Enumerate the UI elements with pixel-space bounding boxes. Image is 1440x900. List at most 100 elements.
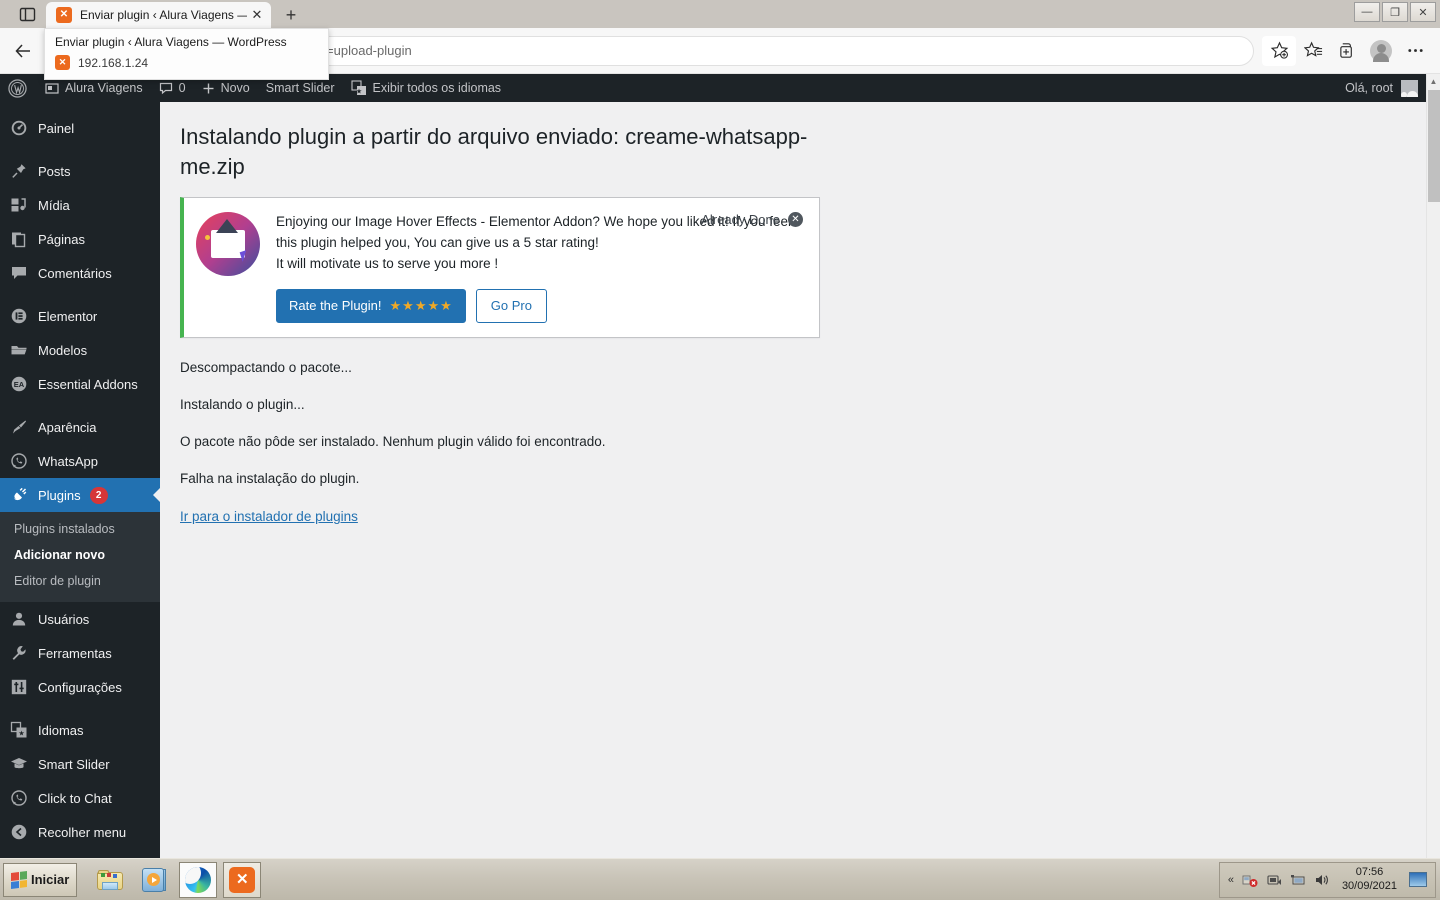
windows-logo-icon bbox=[11, 870, 27, 889]
sidebar-item-posts[interactable]: Posts bbox=[0, 154, 160, 188]
sidebar-label: Usuários bbox=[38, 611, 90, 627]
notice-dismiss-row[interactable]: Already Done ✕ bbox=[701, 212, 803, 228]
adminbar-account[interactable]: Olá, root bbox=[1337, 74, 1426, 102]
favorites-icon[interactable] bbox=[1296, 36, 1330, 66]
sidebar-item-ferramentas[interactable]: Ferramentas bbox=[0, 636, 160, 670]
install-log-line: O pacote não pôde ser instalado. Nenhum … bbox=[180, 434, 606, 450]
notice-text: Enjoying our Image Hover Effects - Eleme… bbox=[276, 212, 805, 324]
svg-text:★: ★ bbox=[355, 88, 361, 96]
brush-icon bbox=[10, 418, 34, 436]
sidebar-item-aparencia[interactable]: Aparência bbox=[0, 410, 160, 444]
settings-and-more-icon[interactable] bbox=[1398, 36, 1432, 66]
sidebar-item-modelos[interactable]: Modelos bbox=[0, 333, 160, 367]
plug-icon bbox=[10, 486, 34, 504]
tab-title: Enviar plugin ‹ Alura Viagens — \ bbox=[80, 8, 247, 22]
menu-gap bbox=[0, 401, 160, 410]
sidebar-item-midia[interactable]: Mídia bbox=[0, 188, 160, 222]
sidebar-item-idiomas[interactable]: ★ Idiomas bbox=[0, 713, 160, 747]
close-button[interactable]: ✕ bbox=[1410, 2, 1436, 22]
wordpress-icon[interactable] bbox=[0, 74, 37, 102]
site-name-label: Alura Viagens bbox=[65, 81, 143, 95]
go-to-plugin-installer-link[interactable]: Ir para o instalador de plugins bbox=[180, 509, 358, 524]
rate-label: Rate the Plugin! bbox=[289, 298, 382, 314]
main-content: Instalando plugin a partir do arquivo en… bbox=[160, 102, 1426, 858]
add-favorite-icon[interactable] bbox=[1262, 35, 1296, 66]
xampp-icon: ✕ bbox=[229, 866, 256, 893]
browser-tab[interactable]: ✕ Enviar plugin ‹ Alura Viagens — \ ✕ bbox=[46, 2, 271, 28]
show-hidden-icons-icon[interactable]: « bbox=[1228, 874, 1234, 886]
sidebar-item-whatsapp[interactable]: WhatsApp bbox=[0, 444, 160, 478]
sidebar-item-plugins[interactable]: Plugins 2 bbox=[0, 478, 160, 512]
sidebar-item-click-to-chat[interactable]: Click to Chat bbox=[0, 781, 160, 815]
toolbar-actions bbox=[1262, 35, 1440, 66]
sidebar-item-paginas[interactable]: Páginas bbox=[0, 222, 160, 256]
sidebar-item-essential-addons[interactable]: EA Essential Addons bbox=[0, 367, 160, 401]
sidebar-item-recolher-menu[interactable]: Recolher menu bbox=[0, 815, 160, 849]
sidebar-label: Configurações bbox=[38, 679, 122, 695]
page-scrollbar[interactable]: ▲ bbox=[1426, 74, 1440, 858]
sidebar-item-configuracoes[interactable]: Configurações bbox=[0, 670, 160, 704]
sidebar-label: Idiomas bbox=[38, 722, 84, 738]
network-error-icon[interactable] bbox=[1242, 872, 1258, 888]
profile-avatar[interactable] bbox=[1364, 36, 1398, 66]
tab-hover-tooltip: Enviar plugin ‹ Alura Viagens — WordPres… bbox=[44, 28, 329, 80]
submenu-item-editor-de-plugin[interactable]: Editor de plugin bbox=[0, 568, 160, 594]
languages-label: Exibir todos os idiomas bbox=[372, 81, 502, 95]
already-done-label[interactable]: Already Done bbox=[701, 212, 780, 227]
show-desktop-button[interactable] bbox=[1409, 872, 1427, 887]
scrollbar-thumb[interactable] bbox=[1428, 90, 1440, 202]
install-log-line: Instalando o plugin... bbox=[180, 397, 305, 413]
restore-button[interactable]: ❐ bbox=[1382, 2, 1408, 22]
smart-slider-label: Smart Slider bbox=[265, 81, 335, 95]
new-label: Novo bbox=[220, 81, 250, 95]
sidebar-item-usuarios[interactable]: Usuários bbox=[0, 602, 160, 636]
plugins-submenu: Plugins instalados Adicionar novo Editor… bbox=[0, 512, 160, 602]
page-viewport: Alura Viagens 0 Novo Smart Slider ★ Exib… bbox=[0, 74, 1440, 858]
clock-time: 07:56 bbox=[1355, 865, 1384, 878]
sidebar-item-elementor[interactable]: Elementor bbox=[0, 299, 160, 333]
sidebar-label: WhatsApp bbox=[38, 453, 98, 469]
new-tab-button[interactable]: + bbox=[275, 2, 307, 28]
close-icon[interactable]: ✕ bbox=[788, 212, 803, 228]
close-icon[interactable]: ✕ bbox=[247, 5, 267, 25]
taskbar-app-microsoft-edge[interactable] bbox=[179, 861, 218, 898]
whatsapp-icon bbox=[10, 452, 34, 470]
monitor-icon[interactable] bbox=[1290, 872, 1306, 888]
go-pro-button[interactable]: Go Pro bbox=[475, 289, 547, 324]
notice-actions: Rate the Plugin! ★★★★★ Go Pro bbox=[276, 289, 795, 324]
back-icon[interactable] bbox=[6, 34, 40, 68]
clock-date: 30/09/2021 bbox=[1341, 879, 1397, 892]
menu-gap bbox=[0, 145, 160, 154]
sidebar-label: Posts bbox=[38, 163, 71, 179]
clock[interactable]: 07:56 30/09/2021 bbox=[1338, 866, 1401, 894]
tooltip-title: Enviar plugin ‹ Alura Viagens — WordPres… bbox=[55, 35, 287, 49]
xampp-icon: ✕ bbox=[56, 7, 72, 23]
user-icon bbox=[10, 610, 34, 628]
sidebar-item-painel[interactable]: Painel bbox=[0, 111, 160, 145]
adminbar-languages[interactable]: ★ Exibir todos os idiomas bbox=[343, 74, 510, 102]
minimize-button[interactable]: — bbox=[1354, 2, 1380, 22]
volume-icon[interactable] bbox=[1314, 872, 1330, 888]
collections-icon[interactable] bbox=[1330, 36, 1364, 66]
sidebar-label: Aparência bbox=[38, 419, 97, 435]
safely-remove-icon[interactable] bbox=[1266, 872, 1282, 888]
rate-the-plugin-button[interactable]: Rate the Plugin! ★★★★★ bbox=[276, 289, 466, 324]
taskbar-app-xampp[interactable]: ✕ bbox=[223, 861, 262, 898]
sidebar-label: Elementor bbox=[38, 308, 98, 324]
window-controls: — ❐ ✕ bbox=[1354, 2, 1436, 22]
sliders-icon bbox=[10, 678, 34, 696]
taskbar-app-media-player[interactable] bbox=[135, 862, 173, 898]
submenu-item-plugins-instalados[interactable]: Plugins instalados bbox=[0, 516, 160, 542]
sidebar-item-comentarios[interactable]: Comentários bbox=[0, 256, 160, 290]
install-log-line: Descompactando o pacote... bbox=[180, 360, 352, 376]
image-hover-effects-logo bbox=[196, 212, 260, 277]
dashboard-icon bbox=[10, 119, 34, 137]
scroll-up-icon[interactable]: ▲ bbox=[1427, 74, 1440, 88]
tab-actions-icon[interactable] bbox=[10, 0, 44, 28]
menu-gap bbox=[0, 704, 160, 713]
taskbar-app-file-explorer[interactable] bbox=[91, 862, 129, 898]
start-button[interactable]: Iniciar bbox=[3, 862, 78, 897]
sidebar-item-smart-slider[interactable]: Smart Slider bbox=[0, 747, 160, 781]
sidebar-label: Essential Addons bbox=[38, 376, 138, 392]
submenu-item-adicionar-novo[interactable]: Adicionar novo bbox=[0, 542, 160, 568]
